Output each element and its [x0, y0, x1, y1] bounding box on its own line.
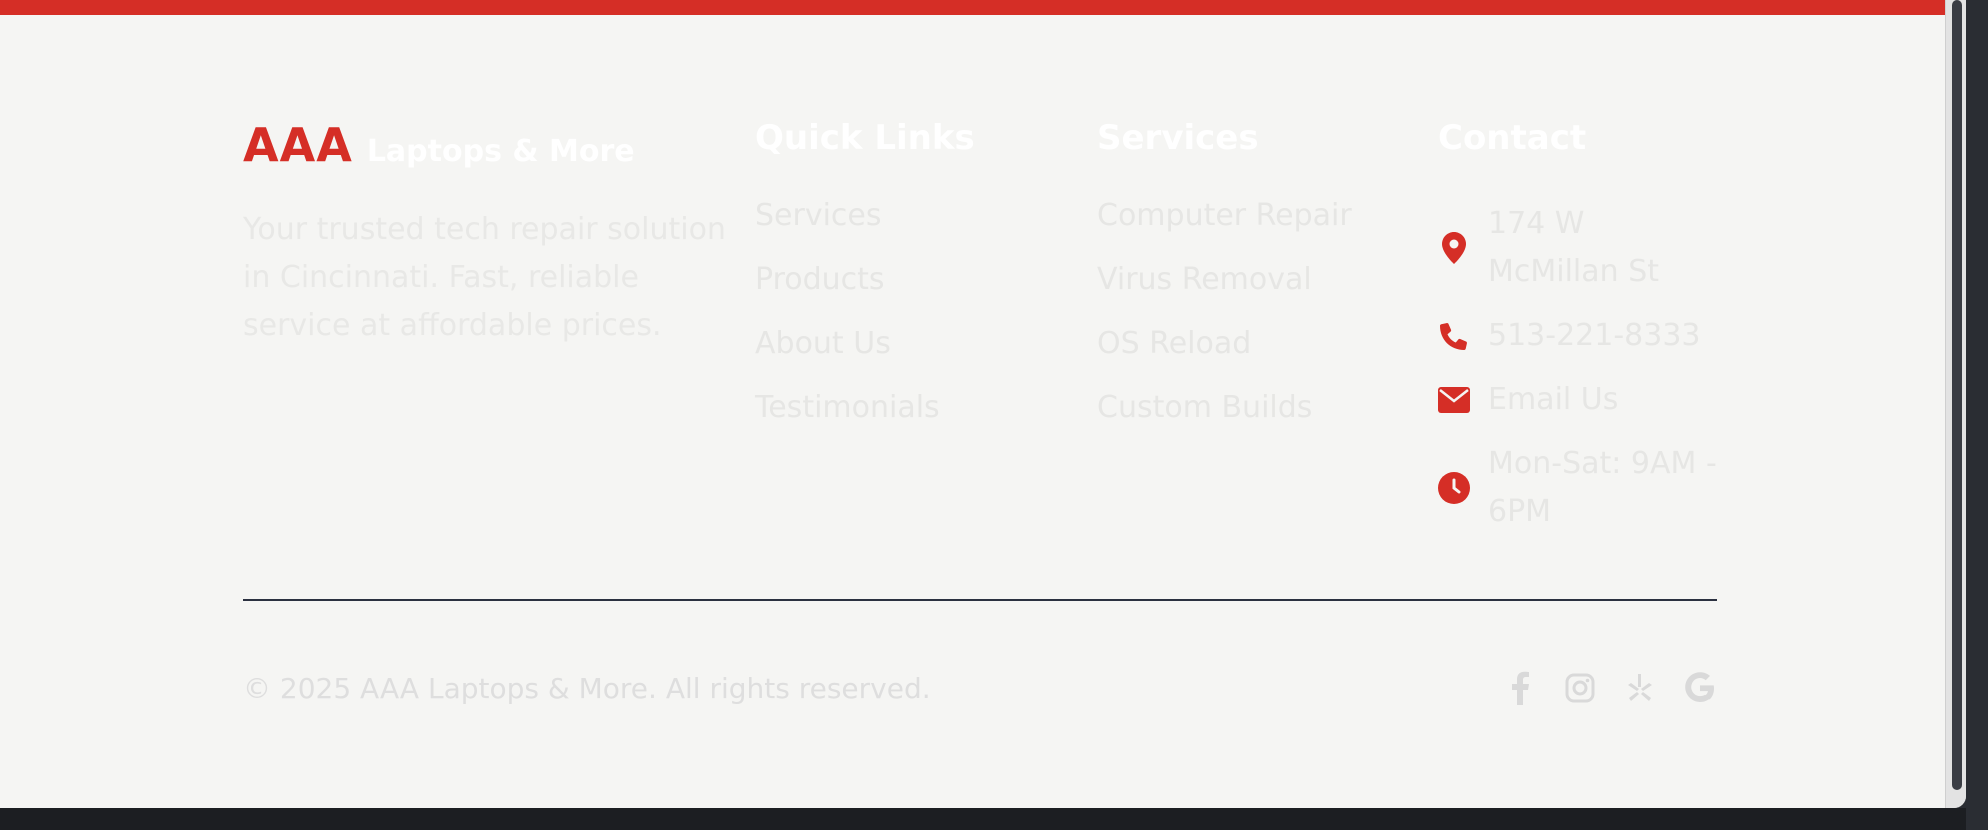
quick-link-services[interactable]: Services — [755, 198, 975, 238]
page-window: AAA Laptops & More Your trusted tech rep… — [0, 0, 1966, 808]
contact-address[interactable]: 174 W McMillan St — [1438, 200, 1659, 296]
services-column: Services Computer Repair Virus Removal O… — [1097, 118, 1352, 454]
quick-link-testimonials[interactable]: Testimonials — [755, 390, 975, 430]
email-link[interactable]: Email Us — [1488, 376, 1618, 424]
hours-line-2: 6PM — [1488, 494, 1552, 529]
service-link-virus-removal[interactable]: Virus Removal — [1097, 262, 1352, 302]
contact-email[interactable]: Email Us — [1438, 376, 1618, 424]
hours-line-1: Mon-Sat: 9AM - — [1488, 446, 1717, 481]
map-pin-icon — [1438, 232, 1470, 264]
hours-text: Mon-Sat: 9AM - 6PM — [1488, 440, 1717, 536]
contact-hours: Mon-Sat: 9AM - 6PM — [1438, 440, 1717, 536]
address-line-1: 174 W — [1488, 206, 1585, 241]
service-link-computer-repair[interactable]: Computer Repair — [1097, 198, 1352, 238]
brand-tagline: Your trusted tech repair solution in Cin… — [243, 212, 726, 343]
service-link-os-reload[interactable]: OS Reload — [1097, 326, 1352, 366]
top-accent-bar — [0, 0, 1966, 15]
facebook-icon[interactable] — [1504, 670, 1536, 706]
footer-brand[interactable]: AAA Laptops & More — [243, 118, 635, 172]
footer-divider — [243, 599, 1717, 601]
contact-column: Contact — [1438, 118, 1586, 198]
brand-logo-mark: AAA — [243, 118, 353, 172]
quick-link-about-us[interactable]: About Us — [755, 326, 975, 366]
services-title: Services — [1097, 118, 1259, 158]
brand-name: Laptops & More — [366, 134, 635, 169]
contact-phone[interactable]: 513-221-8333 — [1438, 312, 1701, 360]
vertical-scrollbar[interactable] — [1945, 0, 1966, 808]
clock-icon — [1438, 472, 1470, 504]
phone-number: 513-221-8333 — [1488, 318, 1701, 353]
envelope-icon — [1438, 384, 1470, 416]
yelp-icon[interactable] — [1624, 670, 1656, 706]
contact-title: Contact — [1438, 118, 1587, 158]
scrollbar-thumb[interactable] — [1952, 0, 1962, 790]
phone-icon — [1438, 320, 1470, 352]
address-line-2: McMillan St — [1488, 254, 1660, 289]
quick-links-title: Quick Links — [755, 118, 975, 158]
copyright-text: © 2025 AAA Laptops & More. All rights re… — [243, 672, 931, 705]
instagram-icon[interactable] — [1564, 670, 1596, 706]
address-text: 174 W McMillan St — [1488, 200, 1659, 296]
google-icon[interactable] — [1684, 670, 1716, 706]
service-link-custom-builds[interactable]: Custom Builds — [1097, 390, 1352, 430]
quick-links-column: Quick Links Services Products About Us T… — [755, 118, 975, 454]
quick-link-products[interactable]: Products — [755, 262, 975, 302]
desktop-taskbar-strip — [0, 808, 1966, 830]
social-links — [1504, 670, 1716, 706]
